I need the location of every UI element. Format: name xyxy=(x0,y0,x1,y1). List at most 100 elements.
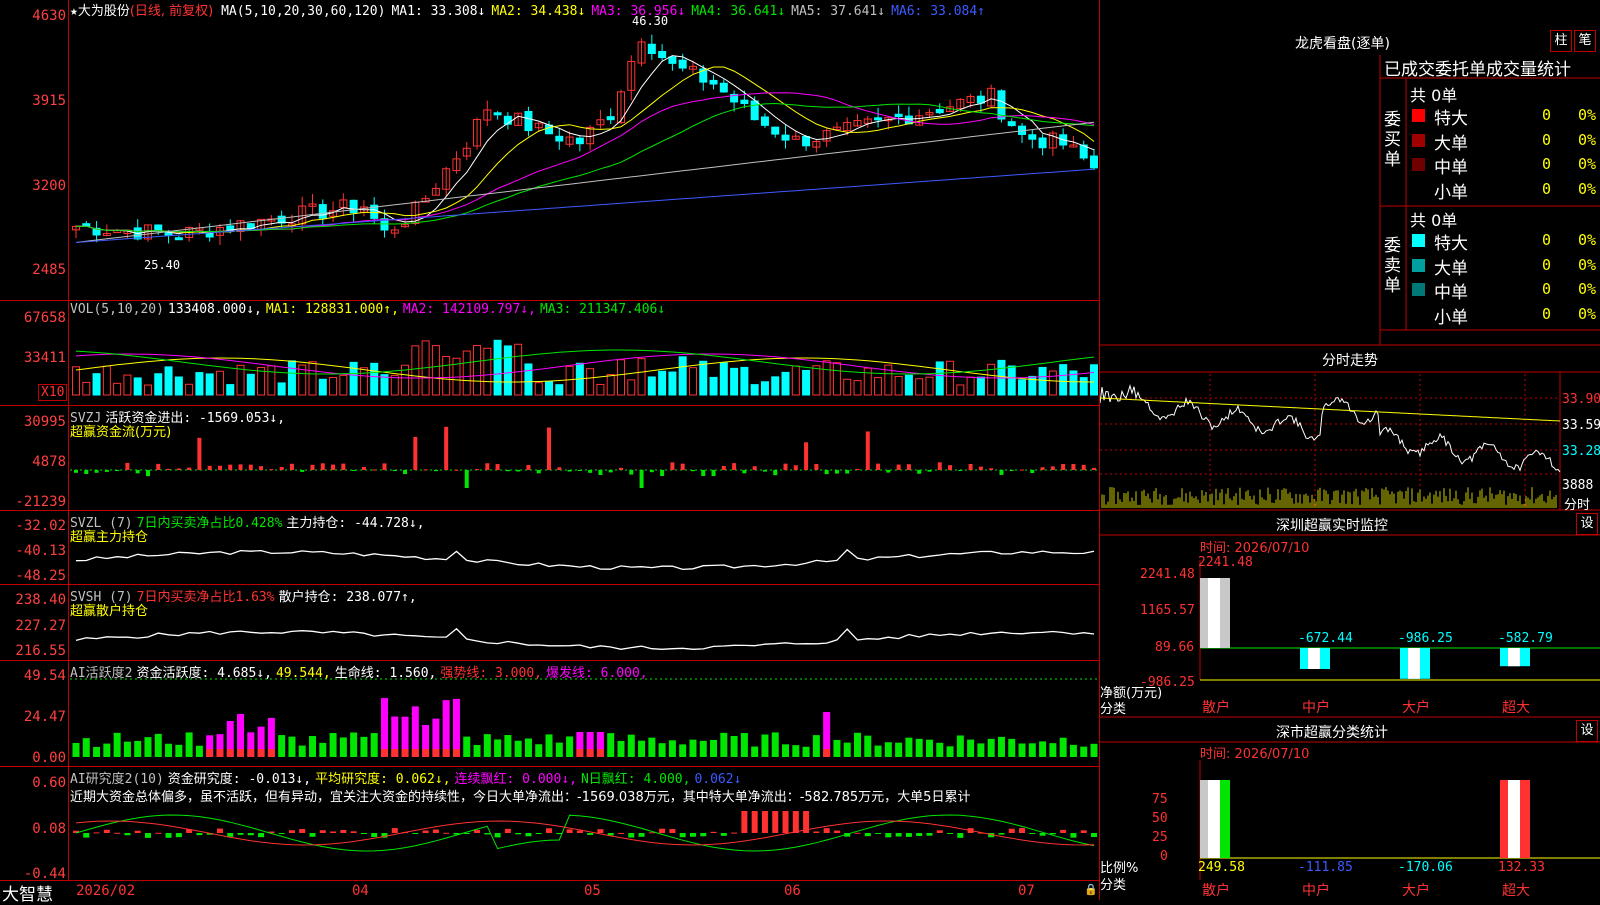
volume-bar xyxy=(555,384,564,396)
volume-bar xyxy=(154,373,163,396)
monitor-bar-highlight xyxy=(1508,648,1520,667)
research-bar xyxy=(278,833,285,834)
activity-bar xyxy=(936,742,944,757)
monitor-title: 深圳超赢实时监控 xyxy=(1276,518,1388,534)
bar-view-button[interactable]: 柱 xyxy=(1550,30,1572,52)
research-bar xyxy=(525,833,532,837)
volume-bar xyxy=(709,376,718,396)
research-bar xyxy=(504,828,511,833)
research-bar xyxy=(165,833,172,838)
research-bar xyxy=(155,832,162,834)
legend-item: AI活跃度2 xyxy=(70,666,133,681)
activity-base xyxy=(206,749,214,757)
volume-bar xyxy=(812,365,821,396)
panel-divider xyxy=(0,766,1100,767)
flow-bar xyxy=(485,463,490,470)
flow-bar xyxy=(711,470,716,477)
activity-bar xyxy=(82,738,90,757)
research-bar xyxy=(422,830,429,833)
activity-bar xyxy=(946,746,954,757)
candle-body xyxy=(493,112,502,116)
research-bar xyxy=(720,833,727,836)
research-bar xyxy=(628,833,635,838)
price-tick: 3915 xyxy=(32,93,66,109)
volume-bar xyxy=(832,362,841,396)
activity-bar xyxy=(288,736,296,757)
star-icon[interactable]: ★ xyxy=(70,4,78,19)
order-size-label: 中单 xyxy=(1434,283,1468,303)
flow-bar xyxy=(814,463,819,470)
order-size-label: 中单 xyxy=(1434,158,1468,178)
category-label: 超大 xyxy=(1502,700,1530,716)
bar-value-label: -170.06 xyxy=(1398,860,1453,875)
activity-bar xyxy=(627,734,635,757)
flow-bar xyxy=(1081,464,1086,470)
tick-view-button[interactable]: 笔 xyxy=(1574,30,1596,52)
activity-bar xyxy=(884,742,892,757)
order-count: 0 xyxy=(1542,231,1552,249)
research-bar xyxy=(360,833,367,834)
candle-body xyxy=(668,56,677,64)
dragon-tabs[interactable]: 已成交委托单成交量统计 xyxy=(1384,55,1571,80)
classify-settings-button[interactable]: 设 xyxy=(1576,720,1598,742)
color-swatch xyxy=(1412,109,1425,122)
volume-bar xyxy=(473,344,482,396)
svsh-tick: 238.40 xyxy=(15,592,66,608)
activity-bar xyxy=(1008,738,1016,757)
ma-line xyxy=(75,92,1095,233)
research-bar xyxy=(782,811,789,833)
flow-bar xyxy=(536,470,541,474)
svzj-subtitle: 超赢资金流(万元) xyxy=(70,425,172,440)
volume-bar xyxy=(863,367,872,396)
svsh-subtitle: 超赢散户持仓 xyxy=(70,604,149,619)
activity-bar xyxy=(1039,741,1047,757)
flow-bar xyxy=(187,467,192,470)
volume-bar xyxy=(853,380,862,396)
ma-line xyxy=(75,66,1095,234)
activity-bar xyxy=(925,739,933,757)
activity-bar xyxy=(720,732,728,757)
vol-tick: 67658 xyxy=(23,310,66,326)
flow-bar xyxy=(1092,467,1096,470)
x-tick: 2026/02 xyxy=(76,883,136,899)
candle-body xyxy=(678,59,687,69)
lock-icon[interactable]: 🔒 xyxy=(1084,883,1098,896)
ai-activity-legend: AI活跃度2 资金活跃度: 4.685↓, 49.544, 生命线: 1.560, 强势… xyxy=(70,662,652,681)
ai-research-tick: 0.60 xyxy=(32,775,66,791)
activity-bar xyxy=(123,741,131,757)
activity-base xyxy=(596,749,604,757)
order-pct: 0% xyxy=(1578,255,1597,274)
period-label[interactable]: (日线, 前复权) xyxy=(130,4,213,19)
research-bar xyxy=(772,811,779,833)
candle-body xyxy=(82,223,91,227)
flow-bar xyxy=(392,470,397,471)
category-label: 大户 xyxy=(1402,700,1430,716)
classify-title: 深市超赢分类统计 xyxy=(1276,725,1388,741)
flow-bar xyxy=(289,463,294,470)
volume-bar xyxy=(113,382,122,396)
monitor-bar-highlight xyxy=(1208,578,1220,648)
dragon-title: 龙虎看盘(逐单) xyxy=(1295,36,1390,52)
research-bar xyxy=(443,832,450,834)
research-bar xyxy=(576,830,583,833)
flow-bar xyxy=(125,462,130,470)
monitor-settings-button[interactable]: 设 xyxy=(1576,513,1598,535)
category-label: 大户 xyxy=(1402,883,1430,899)
volume-bar xyxy=(627,379,636,396)
research-bar xyxy=(957,833,964,838)
candle-body xyxy=(174,237,183,241)
intraday-price-line xyxy=(1100,383,1561,473)
activity-base xyxy=(432,749,440,757)
research-bar xyxy=(196,833,203,836)
candle-body xyxy=(318,204,327,219)
legend-item: 散户持仓: 238.077↑, xyxy=(278,590,417,605)
activity-bar xyxy=(679,744,687,757)
research-bar xyxy=(597,829,604,833)
vol-tick: 33411 xyxy=(23,350,66,366)
activity-bar xyxy=(1080,746,1088,757)
flow-bar xyxy=(104,470,109,472)
vol-legend: VOL(5,10,20) 133408.000↓, MA1: 128831.000↑… xyxy=(70,302,669,317)
research-bar xyxy=(1060,829,1067,833)
chart-canvas[interactable] xyxy=(0,0,1100,900)
kline-chart-area[interactable]: ★大为股份(日线, 前复权) MA(5,10,20,30,60,120) MA1:… xyxy=(0,0,1100,905)
